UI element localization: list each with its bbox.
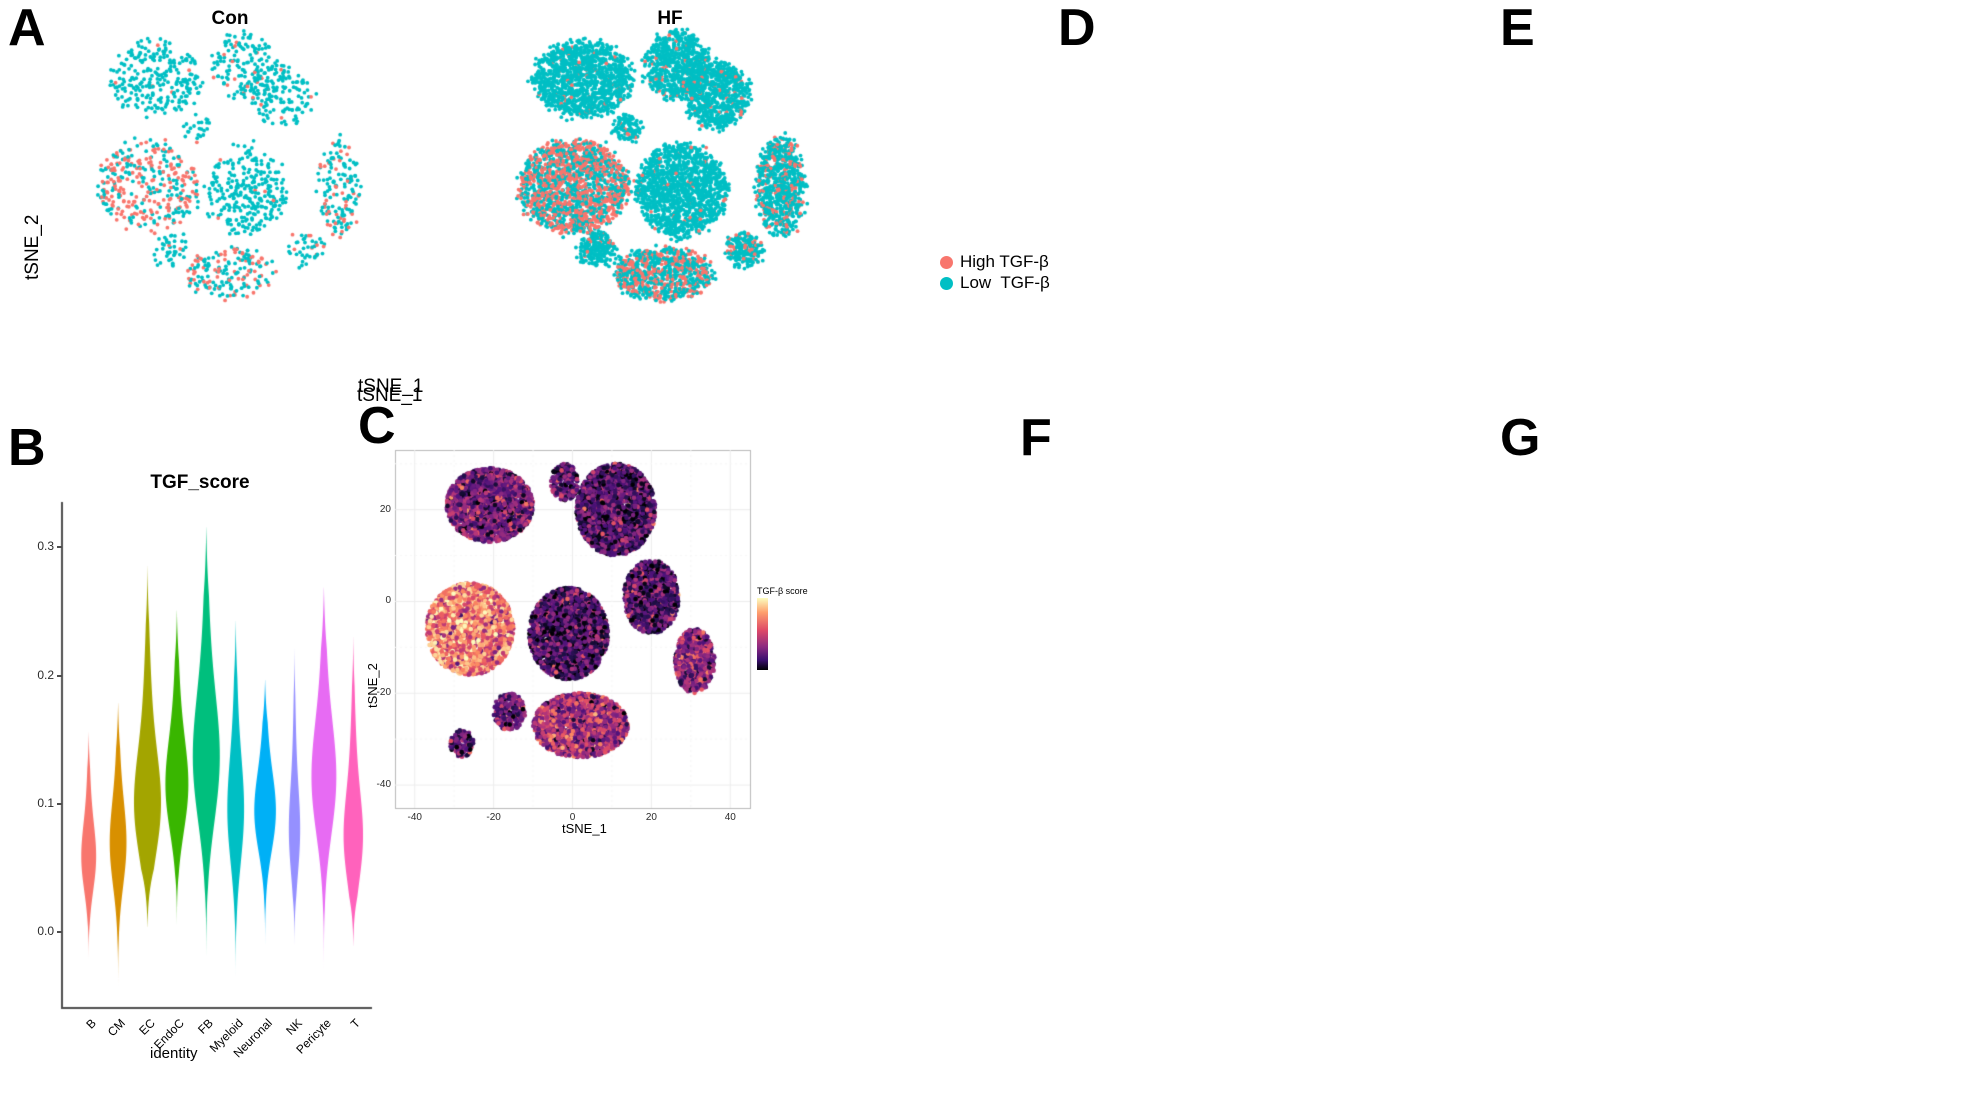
panel-c-colorbar-legend: TGF-β score <box>757 586 808 670</box>
panel-b-ytick-mark <box>57 802 62 805</box>
panel-a-tsne-canvas <box>0 0 1010 400</box>
panel-b-ytick-mark <box>57 674 62 677</box>
panel-e-letter: E <box>1500 0 1535 57</box>
panel-g-letter: G <box>1500 409 1541 467</box>
panel-c-xtick: 20 <box>645 812 657 823</box>
panel-c-xtick: -40 <box>407 812 422 823</box>
panel-c-colorbar-title: TGF-β score <box>757 586 808 596</box>
panel-a: A Con HF tSNE_2 High TGF-β Low TGF-β <box>0 0 1050 400</box>
panel-c-xtick: 0 <box>569 812 576 823</box>
panel-c-ytick: -40 <box>376 779 391 791</box>
panel-c-tsne-canvas <box>350 378 850 1098</box>
panel-f-letter: F <box>1020 409 1052 467</box>
panel-b-ytick: 0.3 <box>37 539 54 554</box>
panel-c-colorbar-gradient-icon <box>757 598 768 670</box>
panel-c: tSNE_1 C tSNE_2 tSNE_1 -40-2002040200-20… <box>350 376 850 1098</box>
panel-b-ytick-mark <box>57 931 62 934</box>
legend-swatch-low-icon <box>940 276 953 290</box>
legend-swatch-high-icon <box>940 255 953 269</box>
panel-b-xlabel: identity <box>150 1045 198 1062</box>
panel-g: G <box>1490 400 1965 1098</box>
panel-b: B TGF_score 0.00.10.20.3 BCMECEndoCFBMye… <box>0 400 380 1098</box>
panel-e: E <box>1490 0 1965 400</box>
panel-b-ytick: 0.0 <box>37 924 54 939</box>
panel-c-ytick: 0 <box>385 595 391 607</box>
panel-b-ytick: 0.1 <box>37 795 54 810</box>
panel-b-ytick-mark <box>57 546 62 549</box>
panel-c-xtick: 40 <box>724 812 736 823</box>
panel-c-ytick: 20 <box>379 503 391 515</box>
panel-c-ytick: -20 <box>376 687 391 699</box>
panel-c-xtick: -20 <box>486 812 501 823</box>
panel-b-violin-canvas <box>0 400 380 1098</box>
panel-b-ytick: 0.2 <box>37 667 54 682</box>
panel-c-ylabel: tSNE_2 <box>365 663 380 708</box>
panel-d: D <box>1010 0 1490 400</box>
panel-d-letter: D <box>1058 0 1096 57</box>
panel-f: F <box>1010 400 1490 1098</box>
panel-c-xlabel: tSNE_1 <box>562 821 607 836</box>
